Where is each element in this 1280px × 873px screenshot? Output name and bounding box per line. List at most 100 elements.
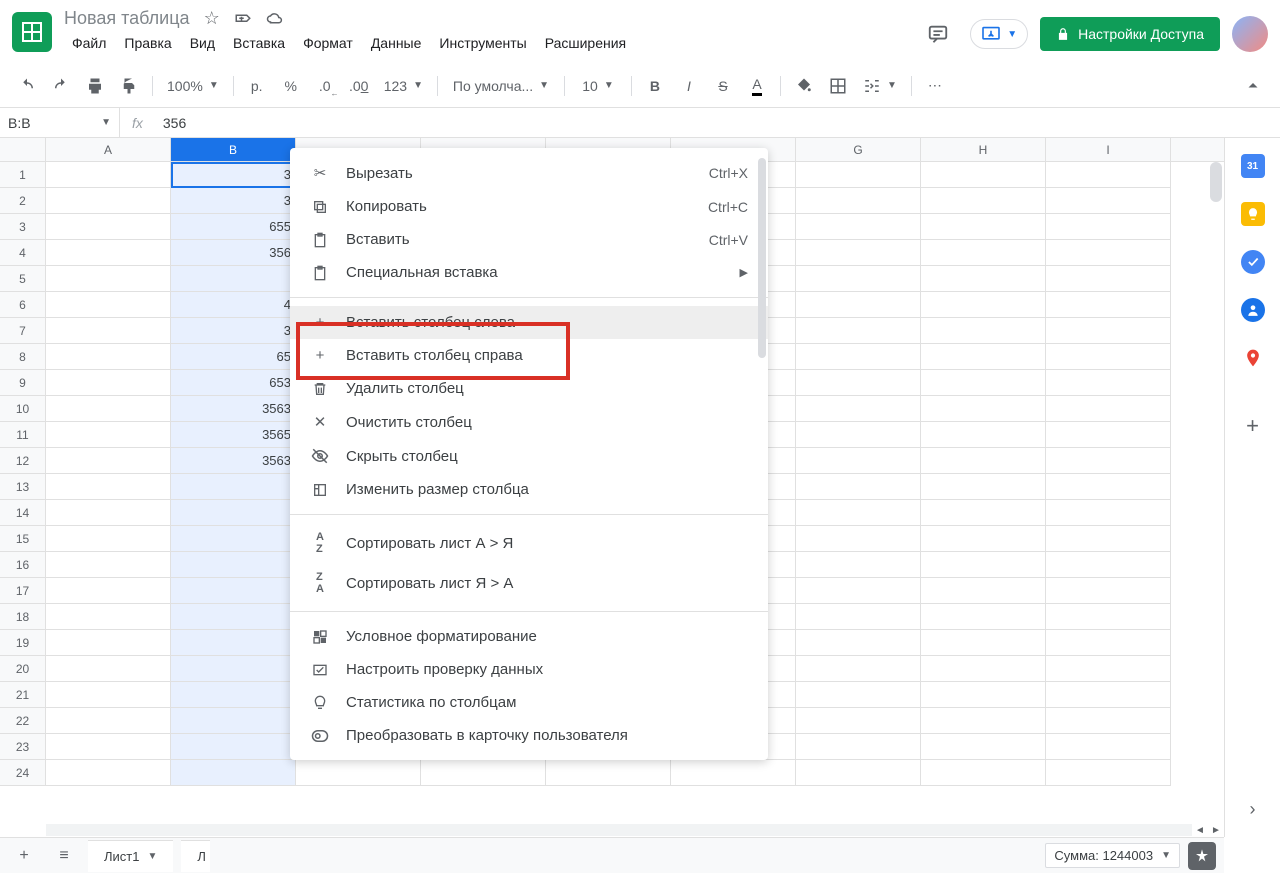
ctx-sort-az[interactable]: AZ Сортировать лист А > Я [290, 523, 768, 563]
cell[interactable] [421, 760, 546, 786]
row-header[interactable]: 21 [0, 682, 46, 708]
row-header[interactable]: 19 [0, 630, 46, 656]
cell[interactable] [921, 214, 1046, 240]
col-header-A[interactable]: A [46, 138, 171, 161]
cell[interactable] [171, 604, 296, 630]
cell[interactable] [796, 578, 921, 604]
paint-format-button[interactable] [114, 71, 144, 101]
cell[interactable] [1046, 188, 1171, 214]
cell[interactable] [796, 396, 921, 422]
cell[interactable] [1046, 552, 1171, 578]
cell[interactable] [796, 162, 921, 188]
cell[interactable] [46, 578, 171, 604]
cell[interactable] [46, 708, 171, 734]
row-header[interactable]: 2 [0, 188, 46, 214]
ctx-convert-card[interactable]: Преобразовать в карточку пользователя [290, 719, 768, 752]
cell[interactable] [796, 500, 921, 526]
ctx-cut[interactable]: ✂ Вырезать Ctrl+X [290, 156, 768, 190]
ctx-resize-col[interactable]: Изменить размер столбца [290, 473, 768, 506]
ctx-copy[interactable]: Копировать Ctrl+C [290, 190, 768, 223]
cell[interactable] [671, 760, 796, 786]
cell[interactable] [171, 266, 296, 292]
cell[interactable] [796, 734, 921, 760]
cell[interactable] [46, 188, 171, 214]
more-toolbar-button[interactable]: ⋯ [920, 71, 950, 101]
cell[interactable] [46, 422, 171, 448]
cell[interactable] [46, 604, 171, 630]
user-avatar[interactable] [1232, 16, 1268, 52]
cell[interactable] [46, 162, 171, 188]
ctx-clear-col[interactable]: ✕ Очистить столбец [290, 405, 768, 439]
all-sheets-button[interactable]: ≡ [48, 840, 80, 872]
row-header[interactable]: 17 [0, 578, 46, 604]
cell[interactable] [921, 370, 1046, 396]
bold-button[interactable]: B [640, 71, 670, 101]
cell[interactable] [1046, 604, 1171, 630]
cell[interactable] [796, 188, 921, 214]
cell[interactable] [921, 604, 1046, 630]
collapse-side-panel-icon[interactable]: › [1241, 797, 1265, 821]
cell[interactable] [1046, 734, 1171, 760]
cell[interactable] [171, 578, 296, 604]
ctx-paste-special[interactable]: Специальная вставка ▶ [290, 256, 768, 289]
keep-icon[interactable] [1241, 202, 1265, 226]
merge-button[interactable]: ▼ [857, 71, 903, 101]
row-header[interactable]: 20 [0, 656, 46, 682]
cell[interactable] [921, 422, 1046, 448]
cell[interactable] [796, 630, 921, 656]
cell[interactable]: 3563 [171, 448, 296, 474]
zoom-dropdown[interactable]: 100%▼ [161, 71, 225, 101]
cell[interactable] [46, 318, 171, 344]
cell[interactable] [46, 240, 171, 266]
row-header[interactable]: 12 [0, 448, 46, 474]
row-header[interactable]: 8 [0, 344, 46, 370]
cell[interactable] [921, 292, 1046, 318]
cell[interactable] [171, 500, 296, 526]
cell[interactable] [46, 734, 171, 760]
cell[interactable] [1046, 214, 1171, 240]
cell[interactable] [46, 526, 171, 552]
cell[interactable] [296, 760, 421, 786]
calendar-icon[interactable]: 31 [1241, 154, 1265, 178]
menu-file[interactable]: Файл [64, 31, 114, 55]
cell[interactable] [171, 682, 296, 708]
strikethrough-button[interactable]: S [708, 71, 738, 101]
cell[interactable] [171, 474, 296, 500]
decrease-decimal-button[interactable]: .0← [310, 71, 340, 101]
row-header[interactable]: 4 [0, 240, 46, 266]
cell[interactable]: 3 [171, 162, 296, 188]
ctx-col-stats[interactable]: Статистика по столбцам [290, 686, 768, 719]
collapse-toolbar-button[interactable] [1238, 71, 1268, 101]
cell[interactable] [1046, 474, 1171, 500]
cell[interactable] [171, 656, 296, 682]
cell[interactable] [1046, 292, 1171, 318]
cell[interactable] [1046, 318, 1171, 344]
cell[interactable] [796, 760, 921, 786]
ctx-delete-col[interactable]: Удалить столбец [290, 372, 768, 405]
cell[interactable] [796, 422, 921, 448]
row-header[interactable]: 23 [0, 734, 46, 760]
col-header-I[interactable]: I [1046, 138, 1171, 161]
row-header[interactable]: 3 [0, 214, 46, 240]
print-button[interactable] [80, 71, 110, 101]
add-addon-icon[interactable]: + [1241, 414, 1265, 438]
cell[interactable] [921, 526, 1046, 552]
cell[interactable] [921, 266, 1046, 292]
ctx-hide-col[interactable]: Скрыть столбец [290, 439, 768, 473]
ctx-insert-right[interactable]: + Вставить столбец справа [290, 339, 768, 372]
star-icon[interactable]: ☆ [204, 8, 220, 29]
cell[interactable] [796, 474, 921, 500]
cell[interactable] [1046, 526, 1171, 552]
comments-icon[interactable] [918, 14, 958, 54]
cell[interactable] [1046, 396, 1171, 422]
cell[interactable]: 65 [171, 344, 296, 370]
cell[interactable] [46, 448, 171, 474]
cell[interactable] [796, 318, 921, 344]
cell[interactable] [546, 760, 671, 786]
cell[interactable] [46, 370, 171, 396]
cell[interactable] [921, 318, 1046, 344]
tasks-icon[interactable] [1241, 250, 1265, 274]
formula-input[interactable]: 356 [155, 115, 1280, 131]
cell[interactable] [921, 474, 1046, 500]
redo-button[interactable] [46, 71, 76, 101]
